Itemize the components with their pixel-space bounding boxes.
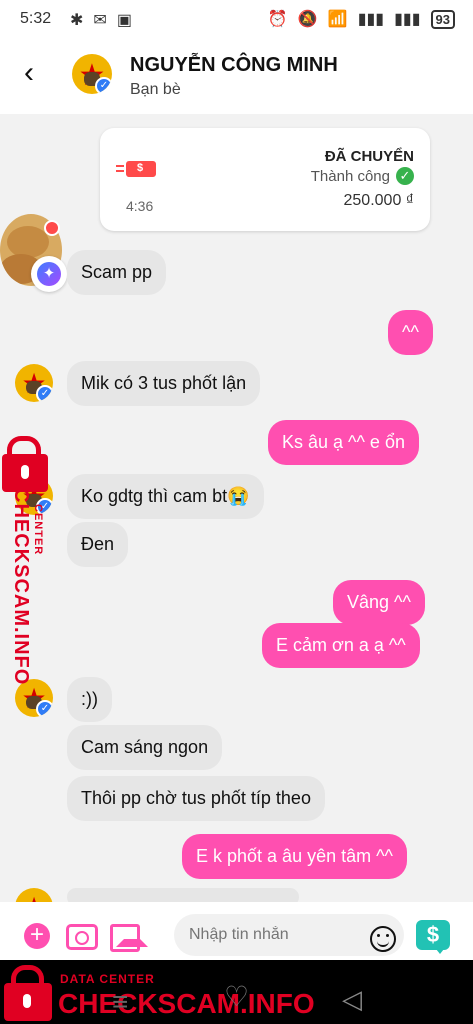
lock-icon	[4, 965, 52, 1021]
contact-avatar[interactable]: ★ ✓	[72, 54, 112, 94]
message-bubble[interactable]: :))	[67, 677, 112, 722]
message-bubble[interactable]: E cảm ơn a ạ ^^	[262, 623, 420, 668]
verified-icon: ✓	[95, 77, 112, 94]
bottom-brand-bar: DATA CENTER CHECKSCAM.INFO ≡ ♡ ◁	[0, 960, 473, 1024]
gallery-icon[interactable]	[110, 924, 148, 952]
signal-icon: ▮▮▮	[394, 11, 421, 28]
status-time: 5:32	[20, 10, 52, 27]
transfer-card[interactable]: $ 4:36 ĐÃ CHUYỂN Thành công ✓ 250.000 ₫	[100, 128, 430, 231]
notification-icon: ✱	[70, 12, 84, 29]
message-bubble[interactable]: Thôi pp chờ tus phốt típ theo	[67, 776, 325, 821]
watermark-center: CENTER	[32, 504, 44, 556]
sender-avatar[interactable]: ★✓	[15, 364, 53, 402]
transfer-success: Thành công ✓	[311, 167, 414, 185]
message-bubble[interactable]: Cam sáng ngon	[67, 725, 223, 770]
contact-subtitle: Bạn bè	[130, 81, 181, 98]
back-icon[interactable]: ◁	[342, 984, 362, 1015]
transfer-time: 4:36	[126, 198, 154, 214]
chat-header: ‹ ★ ✓ NGUYỄN CÔNG MINH Bạn bè	[0, 38, 473, 114]
message-bubble[interactable]: Scam pp	[67, 250, 167, 295]
transfer-amount: 250.000 ₫	[343, 192, 415, 209]
message-bubble[interactable]: Ks âu ạ ^^ e ổn	[268, 420, 419, 465]
verified-icon: ✓	[36, 385, 53, 402]
signal-icon: ▮▮▮	[357, 11, 385, 28]
message-bubble[interactable]: Đen	[67, 522, 129, 567]
message-bubble[interactable]: ^^	[388, 310, 433, 355]
camera-icon[interactable]	[66, 924, 98, 950]
notification-dot	[44, 220, 60, 236]
emoji-icon[interactable]	[370, 926, 396, 952]
money-transfer-icon: $	[116, 161, 156, 177]
message-bubble[interactable]: Ko gdtg thì cam bt😭	[67, 474, 264, 519]
check-circle-icon: ✓	[396, 167, 414, 185]
wifi-icon: 📶	[327, 11, 348, 28]
status-bar: 5:32 ✱ ✉ ▣ ⏰ 🔕 📶 ▮▮▮ ▮▮▮ 93	[0, 0, 473, 38]
message-bubble[interactable]: Vâng ^^	[333, 580, 425, 625]
back-button[interactable]: ‹	[24, 56, 34, 90]
battery-icon: 93	[430, 9, 455, 29]
lock-icon	[2, 454, 48, 492]
message-bubble[interactable]: Mik có 3 tus phốt lận	[67, 361, 261, 406]
plus-icon[interactable]: +	[24, 923, 50, 949]
watermark-vertical: CHECKSCAM.INFO CENTER	[2, 436, 50, 685]
transfer-status: ĐÃ CHUYỂN	[324, 148, 414, 165]
message-bubble[interactable]: E k phốt a âu yên tâm ^^	[182, 834, 407, 879]
messenger-icon: ✉	[93, 12, 107, 29]
message-composer: + $	[0, 902, 473, 960]
heart-icon[interactable]: ♡	[224, 980, 249, 1013]
mute-icon: 🔕	[297, 11, 318, 28]
messenger-icon[interactable]: ✦	[31, 256, 67, 292]
data-center-text: DATA CENTER	[60, 972, 155, 986]
brand-text: CHECKSCAM.INFO	[58, 988, 315, 1019]
menu-icon[interactable]: ≡	[112, 986, 128, 1018]
lock-body	[4, 983, 52, 1021]
contact-name[interactable]: NGUYỄN CÔNG MINH	[130, 54, 338, 77]
verified-icon: ✓	[36, 700, 53, 717]
status-left-icons: ✱ ✉ ▣	[70, 10, 132, 30]
alarm-icon: ⏰	[267, 11, 288, 28]
image-icon: ▣	[116, 12, 132, 29]
payment-button[interactable]: $	[416, 920, 450, 954]
status-right-icons: ⏰ 🔕 📶 ▮▮▮ ▮▮▮ 93	[268, 9, 455, 29]
